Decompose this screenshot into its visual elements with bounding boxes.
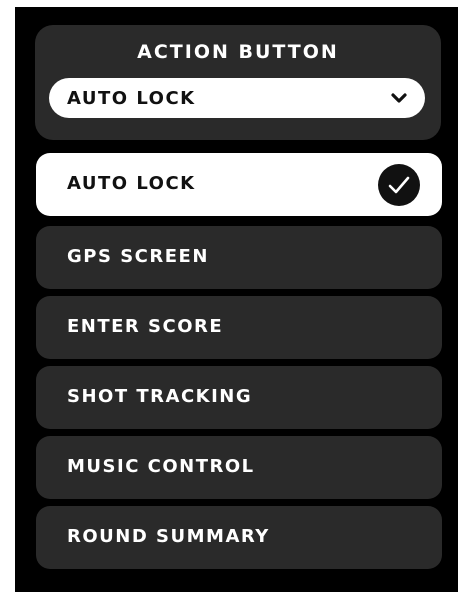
action-dropdown[interactable]: AUTO LOCK (49, 78, 425, 118)
card-title: ACTION BUTTON (137, 41, 339, 63)
option-gps-screen[interactable]: GPS SCREEN (36, 226, 442, 289)
option-round-summary[interactable]: ROUND SUMMARY (36, 506, 442, 569)
option-label: SHOT TRACKING (67, 386, 253, 407)
option-music-control[interactable]: MUSIC CONTROL (36, 436, 442, 499)
dropdown-value: AUTO LOCK (67, 88, 196, 109)
check-circle-icon (378, 164, 420, 206)
option-label: MUSIC CONTROL (67, 456, 255, 477)
option-label: GPS SCREEN (67, 246, 209, 267)
option-auto-lock[interactable]: AUTO LOCK (36, 153, 442, 216)
chevron-down-icon (389, 88, 409, 108)
option-enter-score[interactable]: ENTER SCORE (36, 296, 442, 359)
option-shot-tracking[interactable]: SHOT TRACKING (36, 366, 442, 429)
option-label: ROUND SUMMARY (67, 526, 270, 547)
action-button-card: ACTION BUTTON AUTO LOCK (35, 25, 441, 140)
option-label: ENTER SCORE (67, 316, 224, 337)
option-label: AUTO LOCK (67, 173, 196, 194)
watch-screen: ACTION BUTTON AUTO LOCK AUTO LOCK GPS SC… (15, 7, 458, 592)
